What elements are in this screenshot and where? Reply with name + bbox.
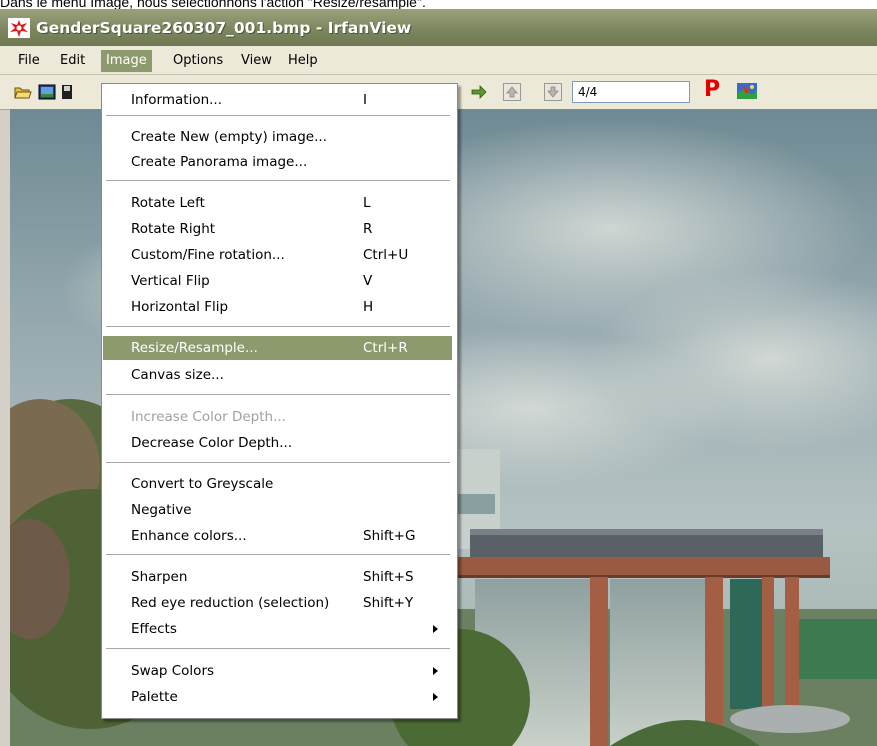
menu-item-label: Resize/Resample...	[131, 340, 258, 356]
menu-item-shortcut: I	[363, 92, 367, 108]
menu-item-label: Information...	[131, 92, 223, 108]
menu-item-label: Increase Color Depth...	[131, 409, 286, 425]
menu-item-label: Rotate Right	[131, 221, 216, 237]
submenu-arrow-icon	[433, 625, 438, 633]
menu-item-horizontal-flip[interactable]: Horizontal Flip H	[103, 295, 452, 319]
menu-item-shortcut: Shift+G	[363, 528, 416, 544]
menu-separator	[106, 115, 450, 117]
down-arrow-icon	[547, 86, 559, 98]
menu-item-enhance-colors[interactable]: Enhance colors... Shift+G	[103, 524, 452, 548]
menu-item-rotate-left[interactable]: Rotate Left L	[103, 191, 452, 215]
menu-item-label: Horizontal Flip	[131, 299, 229, 315]
menu-item-convert-greyscale[interactable]: Convert to Greyscale	[103, 472, 452, 496]
irfanview-window: GenderSquare260307_001.bmp - IrfanView F…	[0, 9, 877, 746]
irfanview-logo-icon	[8, 18, 30, 38]
submenu-arrow-icon	[433, 667, 438, 675]
menu-item-label: Effects	[131, 621, 177, 637]
thumbnails-icon[interactable]	[38, 83, 56, 101]
menu-image[interactable]: Image	[101, 50, 152, 72]
next-arrow-icon[interactable]	[470, 83, 488, 101]
menu-item-information[interactable]: Information... I	[103, 88, 452, 112]
menu-item-sharpen[interactable]: Sharpen Shift+S	[103, 565, 452, 589]
image-dropdown-menu: Information... I Create New (empty) imag…	[101, 83, 458, 719]
p-button[interactable]: P	[704, 77, 720, 102]
title-bar[interactable]: GenderSquare260307_001.bmp - IrfanView	[0, 9, 877, 46]
menu-item-canvas-size[interactable]: Canvas size...	[103, 363, 452, 387]
menu-item-label: Create New (empty) image...	[131, 129, 327, 145]
page-indicator[interactable]: 4/4	[572, 81, 690, 103]
menu-separator	[106, 554, 450, 556]
menu-item-red-eye-reduction[interactable]: Red eye reduction (selection) Shift+Y	[103, 591, 452, 615]
menu-view[interactable]: View	[236, 50, 277, 72]
menu-item-vertical-flip[interactable]: Vertical Flip V	[103, 269, 452, 293]
menu-item-label: Palette	[131, 689, 178, 705]
menu-file[interactable]: File	[13, 50, 45, 72]
menu-item-label: Swap Colors	[131, 663, 215, 679]
menu-item-shortcut: Shift+S	[363, 569, 414, 585]
menu-item-label: Decrease Color Depth...	[131, 435, 293, 451]
menu-item-label: Canvas size...	[131, 367, 224, 383]
menu-item-effects[interactable]: Effects	[103, 617, 452, 641]
menu-item-swap-colors[interactable]: Swap Colors	[103, 659, 452, 683]
menu-item-shortcut: Ctrl+R	[363, 340, 408, 356]
menu-item-create-panorama[interactable]: Create Panorama image...	[103, 150, 452, 174]
menu-edit[interactable]: Edit	[55, 50, 90, 72]
menu-item-label: Enhance colors...	[131, 528, 247, 544]
open-icon[interactable]	[14, 83, 32, 101]
menu-item-label: Sharpen	[131, 569, 188, 585]
caption-text: Dans le menu Image, nous sélectionnons l…	[0, 0, 426, 9]
menu-help[interactable]: Help	[283, 50, 323, 72]
menu-item-shortcut: Ctrl+U	[363, 247, 409, 263]
menu-separator	[106, 648, 450, 650]
menu-item-label: Custom/Fine rotation...	[131, 247, 285, 263]
up-arrow-icon	[506, 86, 518, 98]
menu-item-label: Convert to Greyscale	[131, 476, 274, 492]
menu-separator	[106, 394, 450, 396]
menu-separator	[106, 180, 450, 182]
submenu-arrow-icon	[433, 693, 438, 701]
menu-item-negative[interactable]: Negative	[103, 498, 452, 522]
menu-item-custom-rotation[interactable]: Custom/Fine rotation... Ctrl+U	[103, 243, 452, 267]
menu-item-label: Create Panorama image...	[131, 154, 308, 170]
save-icon[interactable]	[62, 83, 72, 101]
menu-item-label: Rotate Left	[131, 195, 205, 211]
menu-item-label: Red eye reduction (selection)	[131, 595, 330, 611]
menu-item-decrease-color-depth[interactable]: Decrease Color Depth...	[103, 431, 452, 455]
menu-item-create-new-image[interactable]: Create New (empty) image...	[103, 125, 452, 149]
menu-item-increase-color-depth: Increase Color Depth...	[103, 405, 452, 429]
scroll-up-icon[interactable]	[503, 83, 521, 101]
menu-item-shortcut: H	[363, 299, 374, 315]
menu-item-shortcut: R	[363, 221, 373, 237]
scroll-down-icon[interactable]	[544, 83, 562, 101]
menu-item-palette[interactable]: Palette	[103, 685, 452, 709]
menu-item-shortcut: Shift+Y	[363, 595, 414, 611]
menu-options[interactable]: Options	[168, 50, 228, 72]
menu-separator	[106, 326, 450, 328]
menu-item-rotate-right[interactable]: Rotate Right R	[103, 217, 452, 241]
menu-item-label: Negative	[131, 502, 192, 518]
menu-item-shortcut: V	[363, 273, 373, 289]
paint-icon[interactable]	[736, 81, 758, 101]
menu-bar: File Edit Image Options View Help	[0, 46, 877, 75]
menu-separator	[106, 462, 450, 464]
menu-item-label: Vertical Flip	[131, 273, 210, 289]
window-title: GenderSquare260307_001.bmp - IrfanView	[36, 19, 412, 37]
menu-item-shortcut: L	[363, 195, 371, 211]
menu-item-resize-resample[interactable]: Resize/Resample... Ctrl+R	[103, 336, 452, 360]
